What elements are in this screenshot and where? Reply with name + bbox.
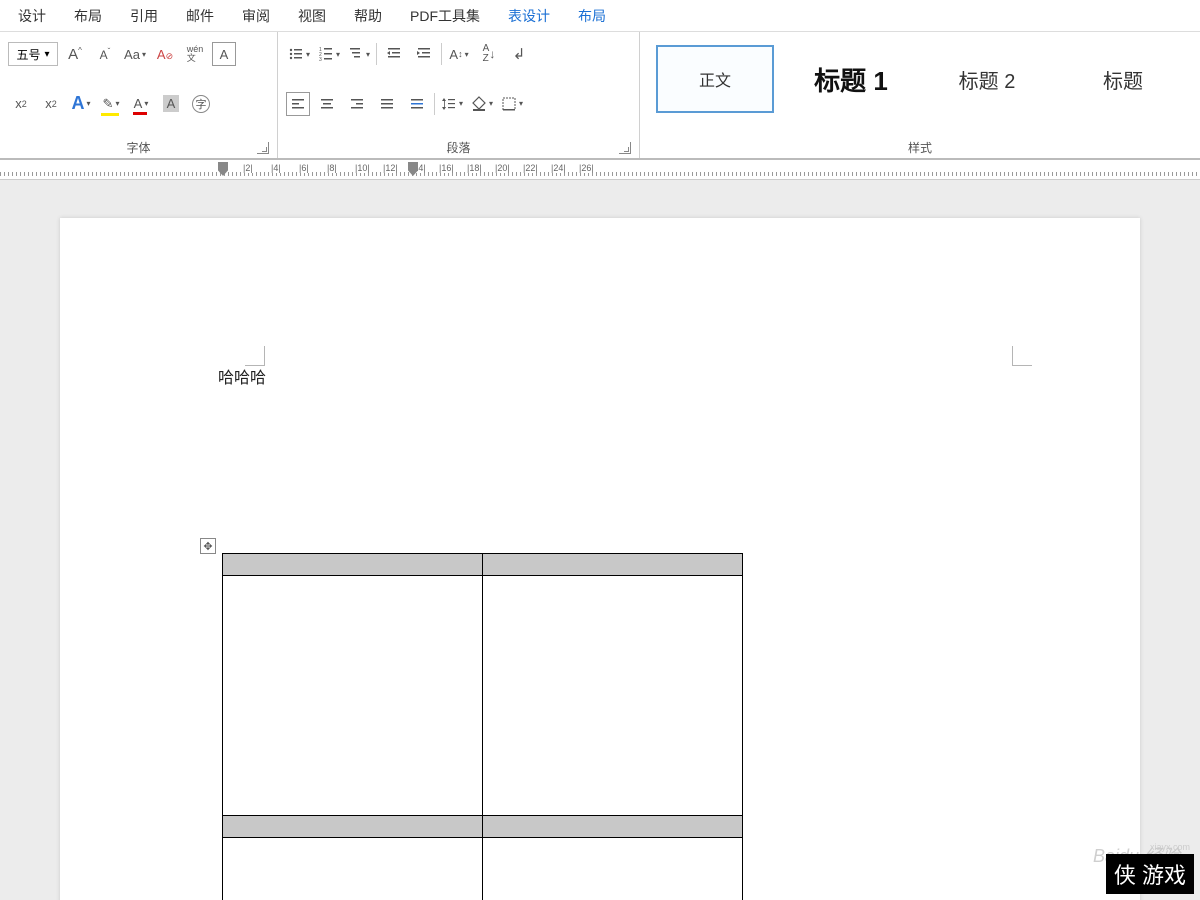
table-row[interactable] [223,554,743,576]
show-marks-button[interactable]: ↲ [506,41,532,67]
table-cell[interactable] [483,816,743,838]
menu-pdf-tools[interactable]: PDF工具集 [396,2,494,30]
paragraph-dialog-launcher[interactable] [619,142,631,154]
char-shading-button[interactable]: A [158,91,184,117]
highlight-button[interactable]: ✎ [98,91,124,117]
multilevel-button[interactable] [346,41,372,67]
paragraph-group-label: 段落 [286,135,631,156]
grow-font-button[interactable]: A^ [62,41,88,67]
menu-review[interactable]: 审阅 [228,2,284,30]
document-table[interactable] [222,553,743,900]
document-canvas[interactable]: 哈哈哈 ✥ Baidu 经验 jingyan.b xiayx.co [0,180,1200,900]
brand-logo: xiayx.com 侠 游戏 [1106,854,1194,894]
menu-design[interactable]: 设计 [4,2,60,30]
style-normal[interactable]: 正文 [656,45,774,113]
menu-table-layout[interactable]: 布局 [564,2,620,30]
page[interactable]: 哈哈哈 ✥ [60,218,1140,900]
margin-corner-tr [1012,346,1032,366]
ribbon: 五号 A^ Aˇ Aa A⊘ wén文 A x2 x2 A ✎ A A 字 字体… [0,32,1200,160]
table-move-handle[interactable]: ✥ [200,538,216,554]
decrease-indent-button[interactable] [381,41,407,67]
table-row[interactable] [223,576,743,816]
align-left-button[interactable] [286,92,310,116]
menu-layout[interactable]: 布局 [60,2,116,30]
menu-references[interactable]: 引用 [116,2,172,30]
bullets-button[interactable] [286,41,312,67]
menubar: 设计 布局 引用 邮件 审阅 视图 帮助 PDF工具集 表设计 布局 [0,0,1200,32]
subscript-button[interactable]: x2 [8,91,34,117]
align-right-button[interactable] [344,91,370,117]
ribbon-group-paragraph: 123 A↕ AZ↓ ↲ 段落 [278,32,640,158]
font-size-select[interactable]: 五号 [8,42,58,66]
menu-mail[interactable]: 邮件 [172,2,228,30]
menu-table-design[interactable]: 表设计 [494,2,564,30]
char-box-button[interactable]: A [212,42,236,66]
table-cell[interactable] [483,838,743,900]
char-border-button[interactable]: 字 [188,91,214,117]
font-color-button[interactable]: A [128,91,154,117]
style-title[interactable]: 标题 [1064,45,1182,113]
table-cell[interactable] [223,554,483,576]
menu-view[interactable]: 视图 [284,2,340,30]
shading-button[interactable] [469,91,495,117]
superscript-button[interactable]: x2 [38,91,64,117]
document-text[interactable]: 哈哈哈 [218,364,266,388]
text-effects-button[interactable]: A [68,91,94,117]
menu-help[interactable]: 帮助 [340,2,396,30]
table-row[interactable] [223,838,743,900]
table-cell[interactable] [223,838,483,900]
margin-corner-tl [245,346,265,366]
change-case-button[interactable]: Aa [122,41,148,67]
increase-indent-button[interactable] [411,41,437,67]
phonetic-guide-button[interactable]: wén文 [182,41,208,67]
table-cell[interactable] [223,576,483,816]
style-heading1[interactable]: 标题 1 [792,45,910,113]
ribbon-group-styles: 正文 标题 1 标题 2 标题 样式 [640,32,1200,158]
ribbon-group-font: 五号 A^ Aˇ Aa A⊘ wén文 A x2 x2 A ✎ A A 字 字体 [0,32,278,158]
distribute-button[interactable] [404,91,430,117]
table-cell[interactable] [483,554,743,576]
style-heading2[interactable]: 标题 2 [928,45,1046,113]
table-cell[interactable] [483,576,743,816]
borders-button[interactable] [499,91,525,117]
justify-button[interactable] [374,91,400,117]
font-group-label: 字体 [8,135,269,156]
line-spacing-button[interactable] [439,91,465,117]
sort-button[interactable]: AZ↓ [476,41,502,67]
svg-text:3: 3 [319,57,322,62]
asian-layout-button[interactable]: A↕ [446,41,472,67]
horizontal-ruler[interactable]: |2||4||6||8||10||12||14||16||18||20||22|… [0,160,1200,180]
table-row[interactable] [223,816,743,838]
table-cell[interactable] [223,816,483,838]
styles-group-label: 样式 [648,135,1192,156]
align-center-button[interactable] [314,91,340,117]
numbering-button[interactable]: 123 [316,41,342,67]
clear-format-button[interactable]: A⊘ [152,41,178,67]
font-dialog-launcher[interactable] [257,142,269,154]
shrink-font-button[interactable]: Aˇ [92,41,118,67]
